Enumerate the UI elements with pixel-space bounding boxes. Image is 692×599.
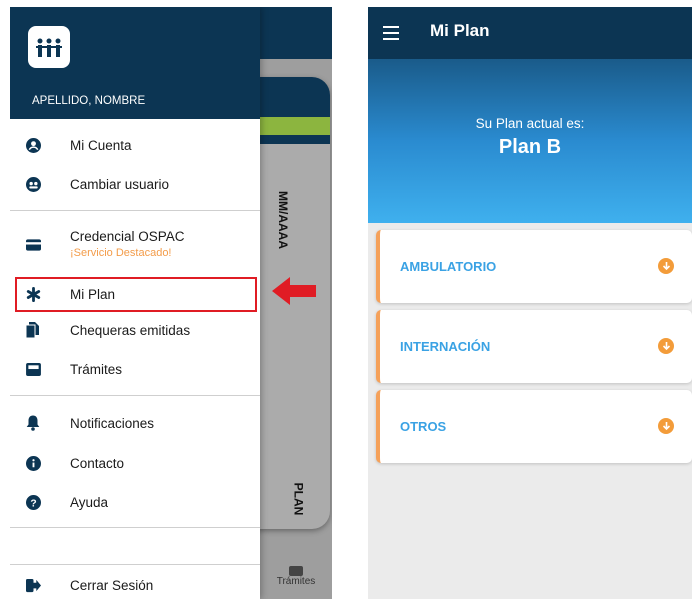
expand-arrow-icon[interactable] [658, 418, 674, 434]
left-phone-screen: MM/AAAA PLAN Trámites APELLIDO, NOMBRE M… [10, 7, 332, 599]
section-otros[interactable]: OTROS [376, 390, 692, 463]
menu-item-ayuda[interactable]: ? Ayuda [10, 484, 260, 520]
credit-card-icon [25, 237, 41, 253]
plan-hero: Su Plan actual es: Plan B [368, 59, 692, 223]
menu-item-tramites[interactable]: Trámites [10, 351, 260, 387]
divider [10, 395, 260, 396]
plan-subtitle: Su Plan actual es: [475, 116, 585, 131]
inbox-icon [25, 361, 41, 377]
arrow-annotation-icon [272, 277, 316, 305]
expand-arrow-icon[interactable] [658, 258, 674, 274]
menu-item-label: Mi Cuenta [70, 137, 132, 153]
card-date-text: MM/AAAA [276, 191, 290, 249]
section-internacion[interactable]: INTERNACIÓN [376, 310, 692, 383]
svg-text:?: ? [30, 498, 36, 509]
menu-item-mi-cuenta[interactable]: Mi Cuenta [10, 127, 260, 163]
app-bar: Mi Plan [368, 7, 692, 59]
menu-item-label: Notificaciones [70, 415, 155, 431]
menu-item-notificaciones[interactable]: Notificaciones [10, 405, 260, 441]
page-title: Mi Plan [430, 21, 490, 40]
plan-name: Plan B [498, 136, 562, 158]
section-label: AMBULATORIO [400, 259, 497, 274]
menu-item-sublabel: ¡Servicio Destacado! [70, 247, 172, 259]
tab-label: Trámites [276, 576, 316, 587]
section-ambulatorio[interactable]: AMBULATORIO [376, 230, 692, 303]
menu-item-label: Cerrar Sesión [70, 577, 154, 593]
bell-icon [25, 415, 41, 431]
divider [10, 527, 260, 528]
info-icon [25, 455, 41, 471]
menu-item-credencial[interactable]: Credencial OSPAC ¡Servicio Destacado! [10, 220, 260, 266]
menu-item-label: Trámites [70, 361, 123, 377]
menu-item-contacto[interactable]: Contacto [10, 445, 260, 481]
section-label: OTROS [400, 419, 447, 434]
menu-icon[interactable] [383, 26, 399, 40]
menu-item-chequeras[interactable]: Chequeras emitidas [10, 312, 260, 348]
menu-item-label: Chequeras emitidas [70, 322, 191, 338]
app-logo [28, 26, 70, 68]
documents-icon [25, 322, 41, 338]
account-circle-icon [25, 137, 41, 153]
user-name: APELLIDO, NOMBRE [32, 95, 146, 107]
menu-item-label: Credencial OSPAC [70, 229, 185, 244]
menu-item-label: Ayuda [70, 494, 109, 510]
background-tab-tramites: Trámites [260, 564, 332, 599]
section-label: INTERNACIÓN [400, 339, 491, 354]
inbox-icon [289, 566, 303, 576]
divider [10, 210, 260, 211]
help-icon: ? [25, 494, 41, 510]
expand-arrow-icon[interactable] [658, 338, 674, 354]
logout-icon [25, 577, 41, 593]
card-plan-text: PLAN [291, 482, 306, 516]
right-phone-screen: Mi Plan Su Plan actual es: Plan B AMBULA… [368, 7, 692, 599]
menu-item-cerrar-sesion[interactable]: Cerrar Sesión [10, 567, 260, 599]
menu-item-cambiar-usuario[interactable]: Cambiar usuario [10, 166, 260, 202]
drawer-header: APELLIDO, NOMBRE [10, 7, 260, 119]
switch-user-icon [25, 176, 41, 192]
divider [10, 564, 260, 565]
menu-item-label: Cambiar usuario [70, 176, 170, 192]
menu-item-label: Contacto [70, 455, 125, 471]
highlight-box [15, 277, 257, 312]
